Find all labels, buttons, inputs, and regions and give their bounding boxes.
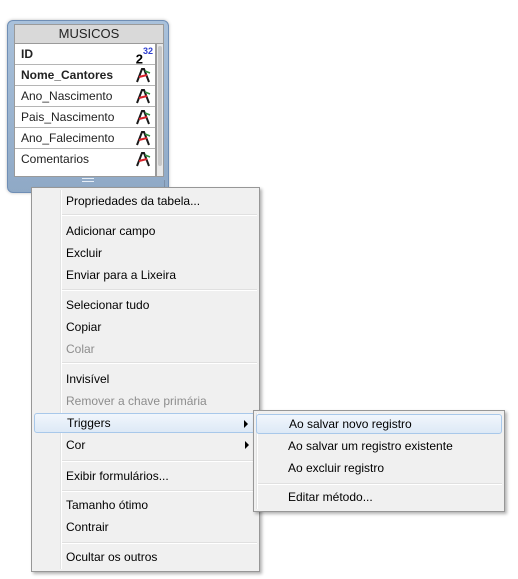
alpha-text-icon bbox=[136, 89, 151, 104]
menu-item-cor[interactable]: Cor bbox=[34, 435, 257, 455]
menu-separator bbox=[258, 483, 502, 485]
menu-separator bbox=[62, 460, 257, 462]
type-sup: 32 bbox=[142, 46, 153, 56]
field-name: Nome_Cantores bbox=[21, 68, 114, 82]
triggers-submenu: Ao salvar novo registro Ao salvar um reg… bbox=[253, 410, 505, 512]
menu-separator bbox=[62, 490, 257, 492]
menu-item-triggers[interactable]: Triggers bbox=[34, 413, 257, 433]
field-row-ano-nascimento[interactable]: Ano_Nascimento bbox=[15, 86, 155, 107]
context-menu: Propriedades da tabela... Adicionar camp… bbox=[31, 187, 260, 572]
menu-item-adicionar-campo[interactable]: Adicionar campo bbox=[34, 221, 257, 241]
menu-item-ocultar-outros[interactable]: Ocultar os outros bbox=[34, 547, 257, 567]
field-row-comentarios[interactable]: Comentarios bbox=[15, 149, 155, 169]
menu-separator bbox=[62, 362, 257, 364]
field-name: Ano_Nascimento bbox=[21, 89, 113, 103]
field-name: Ano_Falecimento bbox=[21, 131, 115, 145]
field-row-nome-cantores[interactable]: Nome_Cantores bbox=[15, 65, 155, 86]
alpha-text-icon bbox=[136, 131, 151, 146]
menu-item-label: Triggers bbox=[67, 416, 111, 430]
menu-item-selecionar-tudo[interactable]: Selecionar tudo bbox=[34, 295, 257, 315]
submenu-item-editar-metodo[interactable]: Editar método... bbox=[256, 487, 502, 507]
menu-item-copiar[interactable]: Copiar bbox=[34, 317, 257, 337]
submenu-item-ao-salvar-novo[interactable]: Ao salvar novo registro bbox=[256, 414, 502, 434]
menu-item-propriedades-tabela[interactable]: Propriedades da tabela... bbox=[34, 191, 257, 211]
field-name: Comentarios bbox=[21, 152, 90, 166]
table-musicos[interactable]: MUSICOS ID 232 Nome_Cantores Ano_Nascime… bbox=[7, 20, 169, 193]
menu-item-enviar-lixeira[interactable]: Enviar para a Lixeira bbox=[34, 265, 257, 285]
alpha-text-icon bbox=[136, 110, 151, 125]
scrollbar-thumb[interactable] bbox=[158, 46, 162, 166]
menu-item-contrair[interactable]: Contrair bbox=[34, 517, 257, 537]
menu-item-invisivel[interactable]: Invisível bbox=[34, 369, 257, 389]
field-name: ID bbox=[21, 47, 33, 61]
alpha-text-icon bbox=[136, 152, 151, 167]
menu-item-exibir-formularios[interactable]: Exibir formulários... bbox=[34, 466, 257, 486]
menu-item-label: Cor bbox=[66, 438, 86, 452]
menu-separator bbox=[62, 214, 257, 216]
menu-separator bbox=[62, 542, 257, 544]
submenu-arrow-icon bbox=[244, 420, 248, 428]
field-list: ID 232 Nome_Cantores Ano_Nascimento Pais… bbox=[14, 43, 156, 177]
alpha-text-icon bbox=[136, 68, 151, 83]
menu-item-excluir[interactable]: Excluir bbox=[34, 243, 257, 263]
menu-item-remover-chave-primaria: Remover a chave primária bbox=[66, 394, 207, 408]
menu-separator bbox=[62, 289, 257, 291]
submenu-item-ao-excluir[interactable]: Ao excluir registro bbox=[256, 458, 502, 478]
field-row-pais-nascimento[interactable]: Pais_Nascimento bbox=[15, 107, 155, 128]
submenu-item-ao-salvar-existente[interactable]: Ao salvar um registro existente bbox=[256, 436, 502, 456]
field-list-scrollbar[interactable] bbox=[156, 43, 164, 177]
table-title[interactable]: MUSICOS bbox=[14, 24, 164, 43]
field-row-id[interactable]: ID 232 bbox=[15, 44, 155, 66]
menu-item-tamanho-otimo[interactable]: Tamanho ótimo bbox=[34, 495, 257, 515]
field-row-ano-falecimento[interactable]: Ano_Falecimento bbox=[15, 128, 155, 149]
field-name: Pais_Nascimento bbox=[21, 110, 115, 124]
expand-grip-icon[interactable] bbox=[82, 178, 94, 184]
submenu-arrow-icon bbox=[245, 441, 249, 449]
menu-item-colar: Colar bbox=[66, 342, 95, 356]
